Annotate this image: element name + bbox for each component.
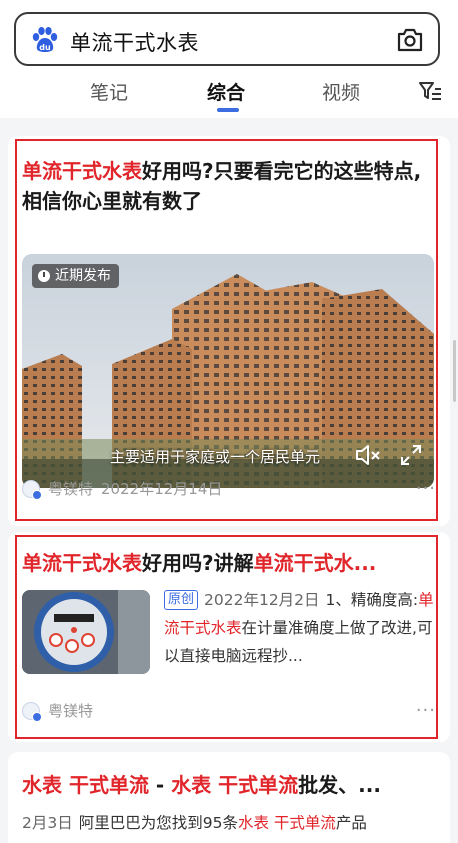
scrollbar[interactable] [453, 340, 456, 402]
result-title[interactable]: 水表 干式单流 - 水表 干式单流批发、... [22, 770, 436, 800]
snippet-text: 阿里巴巴为您找到95条 [78, 814, 238, 832]
title-keyword: 水表 干式单流 [22, 773, 149, 797]
search-query[interactable]: 单流干式水表 [70, 27, 199, 57]
svg-text:du: du [39, 43, 51, 52]
annotation-box [15, 535, 438, 739]
tab-all[interactable]: 综合 [207, 78, 245, 105]
result-snippet: 2月3日 阿里巴巴为您找到95条水表 干式单流产品 [22, 810, 436, 836]
snippet-keyword: 水表 干式单流 [237, 814, 336, 832]
title-sep: - [148, 773, 172, 797]
tab-bar: 笔记 综合 视频 [0, 74, 458, 112]
tab-video[interactable]: 视频 [322, 78, 360, 105]
filter-icon[interactable] [418, 80, 442, 102]
camera-icon[interactable] [396, 27, 424, 53]
publish-date: 2月3日 [22, 814, 73, 832]
tab-notes[interactable]: 笔记 [90, 78, 128, 105]
title-text: 批发、... [298, 773, 381, 797]
result-card-shop[interactable]: 水表 干式单流 - 水表 干式单流批发、... 2月3日 阿里巴巴为您找到95条水… [8, 752, 450, 843]
baidu-paw-icon: du [32, 27, 58, 52]
search-box[interactable]: du 单流干式水表 [14, 12, 440, 66]
snippet-text: 产品 [335, 814, 367, 832]
title-keyword: 水表 干式单流 [171, 773, 299, 797]
annotation-box [15, 139, 438, 521]
active-tab-indicator [217, 108, 239, 112]
top-bar: du 单流干式水表 笔记 综合 视频 [0, 0, 458, 118]
